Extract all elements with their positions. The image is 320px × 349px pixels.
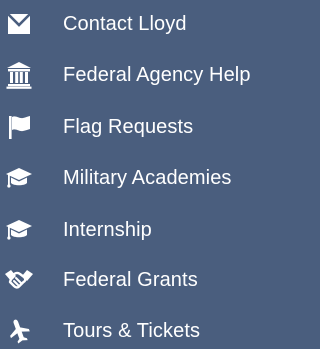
flag-icon: [2, 111, 36, 143]
menu-item-contact[interactable]: Contact Lloyd: [0, 6, 289, 42]
envelope-icon: [2, 8, 36, 40]
menu-item-label: Tours & Tickets: [63, 320, 201, 342]
graduation-cap-icon: [2, 162, 36, 194]
handshake-icon: [2, 264, 36, 296]
resource-menu: Contact Lloyd Federal Agency Help Flag R…: [0, 0, 289, 345]
airplane-icon: [2, 315, 36, 347]
menu-item-label: Internship: [63, 219, 152, 241]
menu-item-label: Federal Grants: [63, 269, 198, 291]
menu-item-military-academies[interactable]: Military Academies: [0, 160, 289, 196]
graduation-cap-icon: [2, 214, 36, 246]
menu-item-federal-grants[interactable]: Federal Grants: [0, 262, 289, 298]
menu-item-tours-tickets[interactable]: Tours & Tickets: [0, 313, 289, 349]
menu-item-internship[interactable]: Internship: [0, 212, 289, 248]
menu-item-label: Contact Lloyd: [63, 13, 187, 35]
menu-item-label: Flag Requests: [63, 116, 194, 138]
menu-item-federal-agency-help[interactable]: Federal Agency Help: [0, 57, 289, 93]
menu-item-flag-requests[interactable]: Flag Requests: [0, 109, 289, 145]
menu-item-label: Federal Agency Help: [63, 64, 251, 86]
menu-item-label: Military Academies: [63, 167, 232, 189]
government-building-icon: [2, 59, 36, 91]
